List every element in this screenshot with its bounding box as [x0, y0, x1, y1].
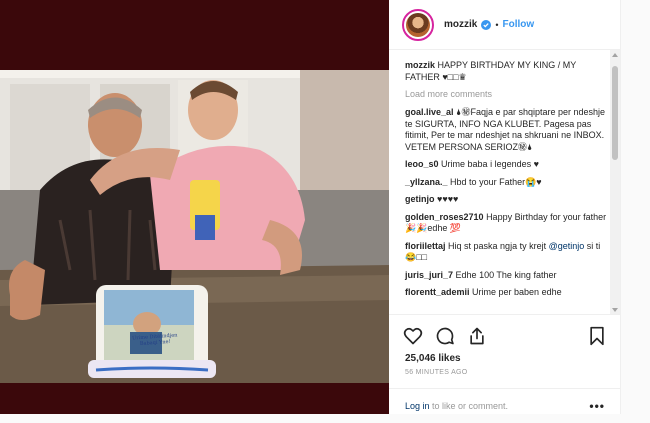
comment-item: leoo_s0 Urime baba i legendes ♥: [405, 159, 608, 171]
comment-username[interactable]: floriilettaj: [405, 241, 446, 251]
comment-item: getinjo ♥♥♥♥: [405, 194, 608, 206]
bookmark-icon[interactable]: [587, 326, 607, 346]
likes-count[interactable]: 25,046 likes: [389, 349, 621, 364]
login-prompt: Log in to like or comment.: [405, 401, 508, 411]
load-more-comments-button[interactable]: Load more comments: [405, 89, 608, 99]
comment-mention[interactable]: @getinjo: [549, 241, 585, 251]
comment-text: Hbd to your Father😭♥: [450, 176, 542, 187]
comment-item: florentt_ademii Urime per baben edhe: [405, 287, 608, 299]
comments-scrollbar-thumb[interactable]: [612, 66, 618, 160]
page-gutter: [621, 0, 650, 414]
login-rest: to like or comment.: [429, 401, 509, 411]
avatar[interactable]: [402, 8, 434, 41]
caption-username[interactable]: mozzik: [405, 60, 435, 70]
photo-illustration: [0, 70, 389, 383]
verified-badge-icon: [481, 19, 492, 30]
comment-text: Urime per baben edhe: [472, 287, 562, 297]
login-bar: Log in to like or comment. •••: [389, 388, 621, 423]
scroll-up-arrow-icon[interactable]: [612, 52, 618, 58]
header-username[interactable]: mozzik: [444, 19, 477, 30]
header-separator: •: [495, 19, 499, 30]
comment-item: _yllzana._ Hbd to your Father😭♥: [405, 177, 608, 189]
login-link[interactable]: Log in: [405, 401, 430, 411]
caption: mozzik HAPPY BIRTHDAY MY KING / MY FATHE…: [405, 60, 608, 83]
comment-username[interactable]: juris_juri_7: [405, 270, 453, 280]
comment-username[interactable]: _yllzana._: [405, 177, 448, 187]
comment-item: floriilettaj Hiq st paska ngja ty krejt …: [405, 241, 608, 264]
post-timestamp: 56 MINUTES AGO: [405, 369, 468, 376]
post-side-panel: mozzik • Follow mozzik HAPPY BIRTHDAY MY…: [389, 0, 621, 414]
comment-username[interactable]: leoo_s0: [405, 159, 439, 169]
heart-icon[interactable]: [403, 326, 423, 346]
comment-text: ♥♥♥♥: [437, 194, 459, 204]
comment-username[interactable]: getinjo: [405, 194, 435, 204]
comment-username[interactable]: goal.live_al: [405, 107, 454, 117]
comment-item: juris_juri_7 Edhe 100 The king father: [405, 270, 608, 282]
comment-username[interactable]: florentt_ademii: [405, 287, 470, 297]
post-modal: Urime Ditëlindjen Babaqi Yne! mozzik • F…: [0, 0, 650, 414]
comment-item: golden_roses2710 Happy Birthday for your…: [405, 212, 608, 235]
comment-item: goal.live_al 🌢㊙Faqja e par shqiptare per…: [405, 107, 608, 153]
post-header: mozzik • Follow: [389, 0, 620, 50]
comment-text: Urime baba i legendes ♥: [441, 159, 539, 169]
comment-icon[interactable]: [435, 326, 455, 346]
comments-list[interactable]: mozzik HAPPY BIRTHDAY MY KING / MY FATHE…: [389, 50, 621, 314]
comment-username[interactable]: golden_roses2710: [405, 212, 484, 222]
post-media: Urime Ditëlindjen Babaqi Yne!: [0, 0, 389, 414]
action-icons: [389, 315, 621, 349]
scroll-down-arrow-icon[interactable]: [612, 307, 618, 313]
comment-text: Hiq st paska ngja ty krejt: [448, 240, 547, 251]
more-options-icon[interactable]: •••: [589, 399, 605, 413]
post-photo[interactable]: Urime Ditëlindjen Babaqi Yne!: [0, 70, 389, 383]
comment-text: Edhe 100 The king father: [455, 269, 557, 280]
share-icon[interactable]: [467, 326, 487, 346]
post-actions: 25,046 likes 56 MINUTES AGO Log in to li…: [389, 314, 621, 414]
follow-button[interactable]: Follow: [503, 19, 535, 30]
